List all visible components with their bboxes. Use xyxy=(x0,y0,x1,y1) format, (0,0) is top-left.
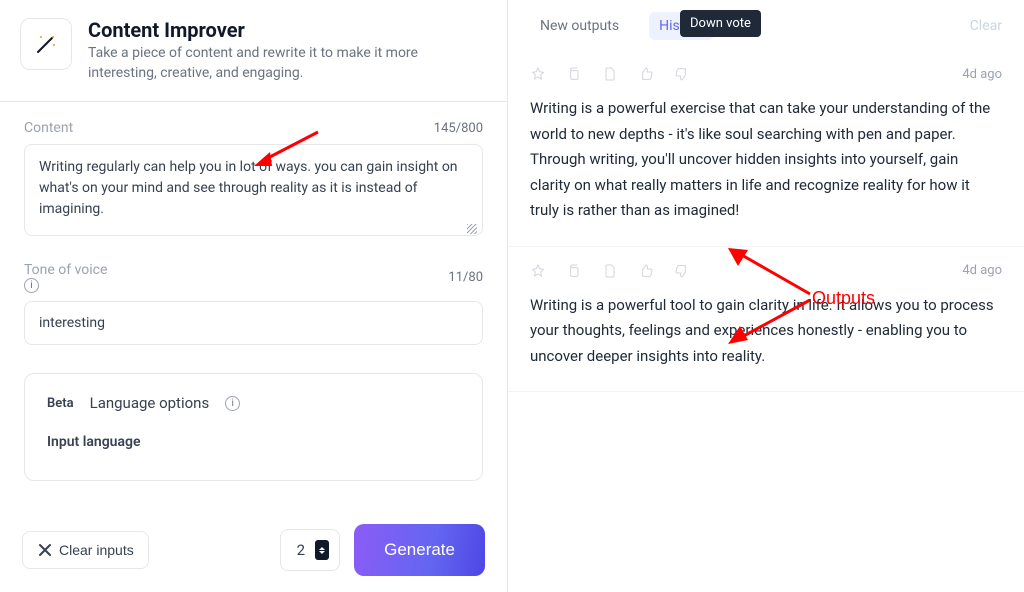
content-counter: 145/800 xyxy=(434,121,483,136)
template-subtitle: Take a piece of content and rewrite it t… xyxy=(88,44,487,83)
clear-inputs-button[interactable]: Clear inputs xyxy=(22,531,149,569)
language-options-title: Language options xyxy=(90,394,210,412)
annotation-outputs-label: Outputs xyxy=(812,288,875,309)
content-textarea[interactable] xyxy=(24,144,483,236)
output-tabs: New outputs History Clear Down vote xyxy=(508,0,1024,50)
input-language-label: Input language xyxy=(47,434,460,450)
copy-icon[interactable] xyxy=(566,66,582,82)
info-icon: i xyxy=(24,278,39,293)
thumbs-down-icon[interactable] xyxy=(674,66,690,82)
language-options-block: Beta Language options i Input language xyxy=(24,373,483,481)
tab-new-outputs[interactable]: New outputs xyxy=(530,12,629,40)
downvote-tooltip: Down vote xyxy=(680,10,761,37)
output-text: Writing is a powerful exercise that can … xyxy=(530,96,1002,224)
output-cards: 4d ago Writing is a powerful exercise th… xyxy=(508,50,1024,592)
output-age: 4d ago xyxy=(962,67,1002,82)
generate-button[interactable]: Generate xyxy=(354,524,485,576)
document-icon[interactable] xyxy=(602,66,618,82)
document-icon[interactable] xyxy=(602,263,618,279)
tone-label: Tone of voice i xyxy=(24,262,107,293)
quantity-value: 2 xyxy=(297,541,305,559)
left-panel: Content Improver Take a piece of content… xyxy=(0,0,508,592)
template-header: Content Improver Take a piece of content… xyxy=(0,0,507,102)
thumbs-up-icon[interactable] xyxy=(638,66,654,82)
output-card: 4d ago Writing is a powerful exercise th… xyxy=(508,50,1024,247)
info-icon: i xyxy=(225,396,240,411)
stepper-icon[interactable] xyxy=(315,540,329,560)
content-label: Content xyxy=(24,120,73,136)
star-icon[interactable] xyxy=(530,263,546,279)
output-text: Writing is a powerful tool to gain clari… xyxy=(530,293,1002,370)
output-age: 4d ago xyxy=(962,263,1002,278)
thumbs-up-icon[interactable] xyxy=(638,263,654,279)
clear-outputs-link[interactable]: Clear xyxy=(970,18,1002,34)
star-icon[interactable] xyxy=(530,66,546,82)
right-panel: New outputs History Clear Down vote 4d a… xyxy=(508,0,1024,592)
output-card: 4d ago Writing is a powerful tool to gai… xyxy=(508,247,1024,393)
quantity-stepper[interactable]: 2 xyxy=(280,529,340,571)
thumbs-down-icon[interactable] xyxy=(674,263,690,279)
wand-icon xyxy=(34,32,58,56)
tone-input[interactable] xyxy=(24,301,483,345)
x-icon xyxy=(37,542,53,558)
tone-counter: 11/80 xyxy=(448,270,483,285)
template-logo xyxy=(20,18,72,70)
template-title: Content Improver xyxy=(88,18,487,42)
footer-bar: Clear inputs 2 Generate xyxy=(0,508,507,592)
beta-badge: Beta xyxy=(47,396,74,411)
copy-icon[interactable] xyxy=(566,263,582,279)
